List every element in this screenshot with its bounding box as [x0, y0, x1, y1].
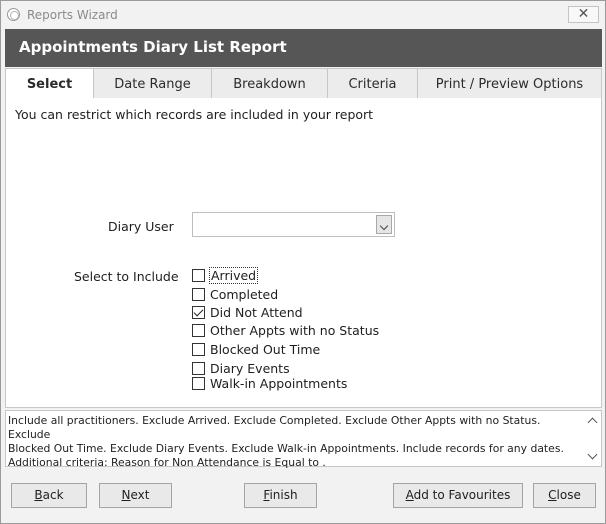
- close-icon: ✕: [577, 6, 590, 22]
- criteria-summary-box[interactable]: Include all practitioners. Exclude Arriv…: [5, 410, 602, 470]
- criteria-summary-text: Include all practitioners. Exclude Arriv…: [8, 414, 578, 470]
- add-to-favourites-button[interactable]: Add to Favourites: [393, 483, 523, 508]
- diary-user-dropdown[interactable]: [192, 212, 395, 237]
- summary-line: Additional criteria: Reason for Non Atte…: [8, 456, 326, 469]
- tab-breakdown[interactable]: Breakdown: [211, 68, 328, 99]
- checkbox-label: Arrived: [209, 267, 259, 284]
- checkbox-label: Did Not Attend: [210, 305, 303, 320]
- tab-select[interactable]: Select: [5, 68, 94, 100]
- checkbox-label: Completed: [210, 287, 279, 302]
- summary-scrollbar[interactable]: [585, 411, 601, 466]
- checkbox-box[interactable]: [192, 362, 205, 375]
- report-header: Appointments Diary List Report: [5, 29, 602, 67]
- tab-print-preview-options[interactable]: Print / Preview Options: [417, 68, 602, 99]
- report-title: Appointments Diary List Report: [19, 38, 287, 56]
- select-to-include-label: Select to Include: [74, 269, 179, 284]
- select-panel: You can restrict which records are inclu…: [5, 98, 602, 408]
- checkbox-label: Blocked Out Time: [210, 342, 321, 357]
- back-button[interactable]: Back: [11, 483, 87, 508]
- finish-button[interactable]: Finish: [244, 483, 317, 508]
- close-button[interactable]: Close: [533, 483, 596, 508]
- close-mnemonic: C: [548, 488, 557, 502]
- checkbox-label: Diary Events: [210, 361, 290, 376]
- tab-date-range[interactable]: Date Range: [93, 68, 212, 99]
- favourites-mnemonic: A: [405, 488, 414, 502]
- checkbox-box[interactable]: [192, 269, 205, 282]
- summary-line: Blocked Out Time. Exclude Diary Events. …: [8, 442, 564, 455]
- title-bar: Reports Wizard ✕: [1, 1, 605, 29]
- checkbox-box[interactable]: [192, 343, 205, 356]
- window-title: Reports Wizard: [27, 8, 118, 22]
- scroll-down-icon[interactable]: [587, 449, 598, 460]
- close-window-button[interactable]: ✕: [568, 6, 599, 23]
- scroll-up-icon[interactable]: [587, 417, 598, 428]
- next-button[interactable]: Next: [99, 483, 172, 508]
- checkbox-box[interactable]: [192, 288, 205, 301]
- tab-strip: Select Date Range Breakdown Criteria Pri…: [5, 68, 602, 100]
- next-mnemonic: N: [121, 488, 131, 502]
- checkbox-box[interactable]: [192, 306, 205, 319]
- chevron-down-icon[interactable]: [376, 215, 392, 234]
- intro-text: You can restrict which records are inclu…: [15, 107, 374, 122]
- checkbox-box[interactable]: [192, 324, 205, 337]
- checkbox-label: Other Appts with no Status: [210, 323, 380, 338]
- back-label: ack: [42, 488, 64, 502]
- close-label: lose: [556, 488, 581, 502]
- app-icon: [7, 8, 20, 21]
- checkbox-box[interactable]: [192, 377, 205, 390]
- finish-label: inish: [269, 488, 298, 502]
- diary-user-label: Diary User: [108, 219, 174, 234]
- tab-criteria[interactable]: Criteria: [327, 68, 418, 99]
- summary-line: Include all practitioners. Exclude Arriv…: [8, 414, 541, 441]
- back-mnemonic: B: [34, 488, 43, 502]
- reports-wizard-window: Reports Wizard ✕ Appointments Diary List…: [0, 0, 606, 524]
- next-label: ext: [130, 488, 150, 502]
- favourites-label: dd to Favourites: [413, 488, 511, 502]
- checkbox-label: Walk-in Appointments: [210, 376, 348, 391]
